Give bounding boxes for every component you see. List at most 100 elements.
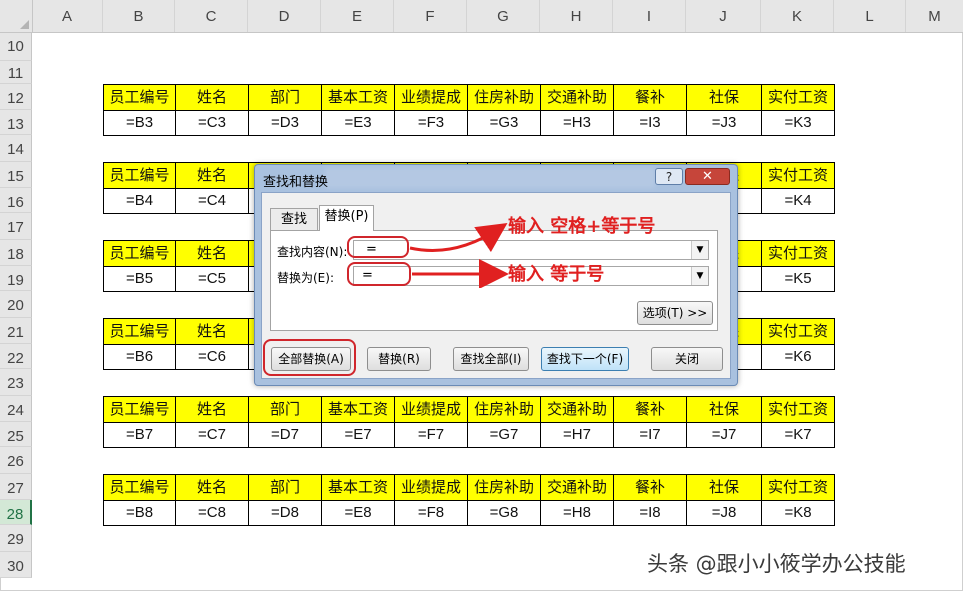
header-cell[interactable]: 实付工资 bbox=[761, 318, 835, 345]
column-header-e[interactable]: E bbox=[321, 0, 394, 32]
header-cell[interactable]: 住房补助 bbox=[467, 84, 541, 111]
row-header[interactable]: 26 bbox=[0, 447, 32, 474]
row-header[interactable]: 20 bbox=[0, 291, 32, 318]
row-header[interactable]: 10 bbox=[0, 33, 32, 61]
formula-cell[interactable]: =J3 bbox=[686, 110, 762, 136]
header-cell[interactable]: 姓名 bbox=[175, 84, 249, 111]
row-header[interactable]: 19 bbox=[0, 266, 32, 291]
header-cell[interactable]: 餐补 bbox=[613, 474, 687, 501]
row-header-selected[interactable]: 28 bbox=[0, 500, 32, 525]
formula-cell[interactable]: =I7 bbox=[613, 422, 687, 448]
formula-cell[interactable]: =K5 bbox=[761, 266, 835, 292]
formula-cell[interactable]: =D3 bbox=[248, 110, 322, 136]
header-cell[interactable]: 实付工资 bbox=[761, 162, 835, 189]
formula-cell[interactable]: =J8 bbox=[686, 500, 762, 526]
header-cell[interactable]: 员工编号 bbox=[103, 240, 176, 267]
formula-cell[interactable]: =B6 bbox=[103, 344, 176, 370]
formula-cell[interactable]: =D8 bbox=[248, 500, 322, 526]
replace-button[interactable]: 替换(R) bbox=[367, 347, 431, 371]
header-cell[interactable]: 基本工资 bbox=[321, 84, 395, 111]
close-button[interactable]: 关闭 bbox=[651, 347, 723, 371]
help-button[interactable]: ? bbox=[655, 168, 683, 185]
formula-cell[interactable]: =I8 bbox=[613, 500, 687, 526]
header-cell[interactable]: 姓名 bbox=[175, 240, 249, 267]
row-header[interactable]: 13 bbox=[0, 110, 32, 135]
column-header-k[interactable]: K bbox=[761, 0, 834, 32]
formula-cell[interactable]: =B4 bbox=[103, 188, 176, 214]
formula-cell[interactable]: =H8 bbox=[540, 500, 614, 526]
row-header[interactable]: 11 bbox=[0, 61, 32, 84]
header-cell[interactable]: 部门 bbox=[248, 396, 322, 423]
formula-cell[interactable]: =H3 bbox=[540, 110, 614, 136]
formula-cell[interactable]: =F3 bbox=[394, 110, 468, 136]
header-cell[interactable]: 部门 bbox=[248, 84, 322, 111]
header-cell[interactable]: 基本工资 bbox=[321, 396, 395, 423]
formula-cell[interactable]: =F7 bbox=[394, 422, 468, 448]
select-all-corner[interactable] bbox=[0, 0, 33, 32]
header-cell[interactable]: 交通补助 bbox=[540, 474, 614, 501]
row-header[interactable]: 29 bbox=[0, 525, 32, 552]
row-header[interactable]: 25 bbox=[0, 422, 32, 447]
formula-cell[interactable]: =C8 bbox=[175, 500, 249, 526]
find-all-button[interactable]: 查找全部(I) bbox=[453, 347, 529, 371]
column-header-b[interactable]: B bbox=[103, 0, 175, 32]
header-cell[interactable]: 姓名 bbox=[175, 396, 249, 423]
header-cell[interactable]: 员工编号 bbox=[103, 396, 176, 423]
header-cell[interactable]: 基本工资 bbox=[321, 474, 395, 501]
row-header[interactable]: 23 bbox=[0, 369, 32, 396]
header-cell[interactable]: 餐补 bbox=[613, 84, 687, 111]
header-cell[interactable]: 住房补助 bbox=[467, 474, 541, 501]
close-icon[interactable]: ✕ bbox=[685, 168, 730, 185]
find-next-button[interactable]: 查找下一个(F) bbox=[541, 347, 629, 371]
row-header[interactable]: 17 bbox=[0, 213, 32, 240]
formula-cell[interactable]: =K4 bbox=[761, 188, 835, 214]
formula-cell[interactable]: =K7 bbox=[761, 422, 835, 448]
row-header[interactable]: 18 bbox=[0, 240, 32, 266]
row-header[interactable]: 21 bbox=[0, 318, 32, 344]
formula-cell[interactable]: =C6 bbox=[175, 344, 249, 370]
header-cell[interactable]: 社保 bbox=[686, 84, 762, 111]
header-cell[interactable]: 实付工资 bbox=[761, 84, 835, 111]
header-cell[interactable]: 员工编号 bbox=[103, 318, 176, 345]
formula-cell[interactable]: =B7 bbox=[103, 422, 176, 448]
column-header-h[interactable]: H bbox=[540, 0, 613, 32]
formula-cell[interactable]: =J7 bbox=[686, 422, 762, 448]
formula-cell[interactable]: =K3 bbox=[761, 110, 835, 136]
header-cell[interactable]: 部门 bbox=[248, 474, 322, 501]
column-header-g[interactable]: G bbox=[467, 0, 540, 32]
chevron-down-icon[interactable]: ▼ bbox=[691, 267, 708, 285]
formula-cell[interactable]: =C5 bbox=[175, 266, 249, 292]
row-header[interactable]: 16 bbox=[0, 188, 32, 213]
tab-find[interactable]: 查找(D) bbox=[270, 208, 318, 249]
formula-cell[interactable]: =G8 bbox=[467, 500, 541, 526]
column-header-m[interactable]: M bbox=[906, 0, 963, 32]
formula-cell[interactable]: =B3 bbox=[103, 110, 176, 136]
row-header[interactable]: 22 bbox=[0, 344, 32, 369]
formula-cell[interactable]: =E7 bbox=[321, 422, 395, 448]
formula-cell[interactable]: =E8 bbox=[321, 500, 395, 526]
header-cell[interactable]: 交通补助 bbox=[540, 84, 614, 111]
formula-cell[interactable]: =E3 bbox=[321, 110, 395, 136]
header-cell[interactable]: 住房补助 bbox=[467, 396, 541, 423]
header-cell[interactable]: 姓名 bbox=[175, 162, 249, 189]
header-cell[interactable]: 员工编号 bbox=[103, 474, 176, 501]
header-cell[interactable]: 社保 bbox=[686, 474, 762, 501]
column-header-a[interactable]: A bbox=[32, 0, 103, 32]
header-cell[interactable]: 社保 bbox=[686, 396, 762, 423]
formula-cell[interactable]: =C3 bbox=[175, 110, 249, 136]
row-header[interactable]: 12 bbox=[0, 84, 32, 110]
formula-cell[interactable]: =K6 bbox=[761, 344, 835, 370]
options-button[interactable]: 选项(T) >> bbox=[637, 301, 713, 325]
row-header[interactable]: 14 bbox=[0, 135, 32, 162]
header-cell[interactable]: 姓名 bbox=[175, 318, 249, 345]
header-cell[interactable]: 实付工资 bbox=[761, 474, 835, 501]
formula-cell[interactable]: =F8 bbox=[394, 500, 468, 526]
formula-cell[interactable]: =G3 bbox=[467, 110, 541, 136]
header-cell[interactable]: 业绩提成 bbox=[394, 84, 468, 111]
header-cell[interactable]: 实付工资 bbox=[761, 396, 835, 423]
column-header-d[interactable]: D bbox=[248, 0, 321, 32]
formula-cell[interactable]: =C7 bbox=[175, 422, 249, 448]
row-header[interactable]: 24 bbox=[0, 396, 32, 422]
formula-cell[interactable]: =H7 bbox=[540, 422, 614, 448]
formula-cell[interactable]: =G7 bbox=[467, 422, 541, 448]
